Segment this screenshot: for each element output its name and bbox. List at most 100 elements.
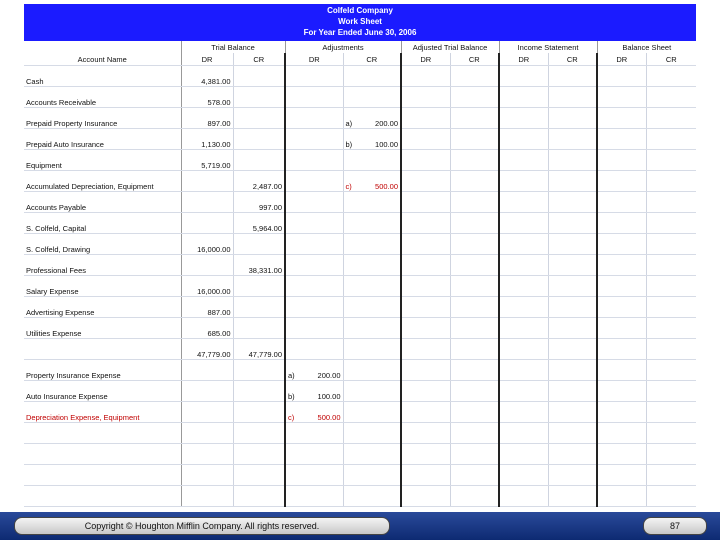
tb-dr-cell: 578.00	[181, 86, 234, 108]
adj-dr-cell	[284, 233, 344, 255]
atb-dr-cell	[401, 317, 451, 339]
tb-cr-cell	[233, 107, 285, 129]
is-cr-cell	[548, 128, 599, 150]
adj-dr-cell	[284, 86, 344, 108]
atb-cr-cell	[450, 128, 501, 150]
tb-dr-cell	[181, 170, 234, 192]
is-cr-header: CR	[548, 53, 599, 66]
adj-dr-cell	[284, 212, 344, 234]
table-row: Depreciation Expense, Equipment c) 500.00	[24, 401, 697, 423]
tb-dr-cell	[181, 359, 234, 381]
adj-dr-amount: 200.00	[317, 371, 341, 380]
worksheet-title-bar: Colfeld Company Work Sheet For Year Ende…	[24, 4, 696, 41]
adj-dr-cell	[284, 149, 344, 171]
table-row	[24, 443, 697, 465]
tb-dr-cell: 887.00	[181, 296, 234, 318]
atb-cr-cell	[450, 191, 501, 213]
bs-dr-cell	[597, 422, 647, 444]
tb-cr-cell: 2,487.00	[233, 170, 285, 192]
account-name-cell	[24, 443, 182, 465]
bs-cr-cell	[646, 401, 697, 423]
atb-cr-cell	[450, 212, 501, 234]
tb-cr-cell: 997.00	[233, 191, 285, 213]
tb-dr-cell: 1,130.00	[181, 128, 234, 150]
bs-cr-cell	[646, 149, 697, 171]
bs-dr-cell	[597, 380, 647, 402]
is-dr-cell	[499, 254, 549, 276]
bs-dr-cell	[597, 65, 647, 87]
atb-dr-cell	[401, 65, 451, 87]
bs-dr-cell	[597, 149, 647, 171]
is-cr-cell	[548, 275, 599, 297]
bs-cr-cell	[646, 443, 697, 465]
group-header-adjusted-trial-balance: Adjusted Trial Balance	[400, 41, 500, 53]
account-name-cell: Accounts Receivable	[24, 86, 182, 108]
atb-dr-cell	[401, 422, 451, 444]
atb-cr-cell	[450, 443, 501, 465]
table-row	[24, 422, 697, 444]
atb-dr-cell	[401, 107, 451, 129]
is-dr-cell	[499, 212, 549, 234]
is-cr-cell	[548, 107, 599, 129]
table-row: Accumulated Depreciation, Equipment 2,487…	[24, 170, 697, 192]
tb-cr-cell	[233, 485, 285, 507]
table-row: S. Colfeld, Capital 5,964.00	[24, 212, 697, 234]
is-cr-cell	[548, 485, 599, 507]
is-dr-cell	[499, 233, 549, 255]
atb-dr-cell	[401, 170, 451, 192]
account-name-cell: Auto Insurance Expense	[24, 380, 182, 402]
bs-dr-cell	[597, 191, 647, 213]
adj-dr-cell	[284, 485, 344, 507]
bs-dr-cell	[597, 338, 647, 360]
tb-dr-cell	[181, 254, 234, 276]
tb-cr-cell	[233, 380, 285, 402]
tb-dr-cell: 897.00	[181, 107, 234, 129]
tb-cr-cell	[233, 149, 285, 171]
footer-bar: Copyright © Houghton Mifflin Company. Al…	[0, 512, 720, 540]
adj-cr-key: b)	[345, 140, 353, 149]
atb-dr-header: DR	[401, 53, 451, 66]
is-cr-cell	[548, 233, 599, 255]
adj-cr-amount: 100.00	[375, 140, 398, 149]
adj-cr-cell	[343, 149, 402, 171]
adj-dr-cell	[284, 254, 344, 276]
table-row: Salary Expense 16,000.00	[24, 275, 697, 297]
table-row: Auto Insurance Expense b) 100.00	[24, 380, 697, 402]
is-cr-cell	[548, 317, 599, 339]
tb-cr-cell	[233, 317, 285, 339]
is-dr-cell	[499, 128, 549, 150]
is-dr-cell	[499, 107, 549, 129]
bs-dr-cell	[597, 86, 647, 108]
bs-dr-cell	[597, 170, 647, 192]
is-dr-cell	[499, 86, 549, 108]
page-number: 87	[643, 517, 707, 535]
adj-dr-cell	[284, 464, 344, 486]
table-row: Equipment 5,719.00	[24, 149, 697, 171]
account-name-cell: S. Colfeld, Drawing	[24, 233, 182, 255]
is-dr-cell	[499, 464, 549, 486]
is-cr-cell	[548, 380, 599, 402]
is-dr-cell	[499, 359, 549, 381]
is-cr-cell	[548, 191, 599, 213]
is-cr-cell	[548, 443, 599, 465]
account-name-cell: Advertising Expense	[24, 296, 182, 318]
bs-dr-cell	[597, 443, 647, 465]
atb-cr-cell	[450, 233, 501, 255]
group-header-trial-balance: Trial Balance	[211, 42, 255, 52]
adj-cr-amount: 500.00	[375, 182, 398, 191]
adj-dr-amount: 100.00	[317, 392, 341, 401]
tb-cr-cell	[233, 296, 285, 318]
adj-cr-cell	[343, 317, 402, 339]
is-dr-cell	[499, 422, 549, 444]
atb-dr-cell	[401, 485, 451, 507]
account-name-cell: Prepaid Property Insurance	[24, 107, 182, 129]
atb-dr-cell	[401, 128, 451, 150]
bs-dr-cell	[597, 317, 647, 339]
adj-dr-key: b)	[288, 392, 295, 401]
adj-dr-cell	[284, 443, 344, 465]
bs-cr-cell	[646, 359, 697, 381]
adj-cr-cell	[343, 401, 402, 423]
worksheet-title: Work Sheet	[338, 17, 382, 26]
is-cr-cell	[548, 212, 599, 234]
tb-cr-cell	[233, 401, 285, 423]
